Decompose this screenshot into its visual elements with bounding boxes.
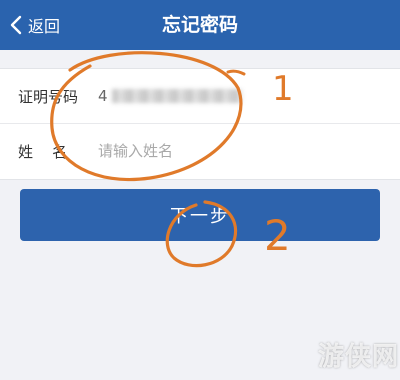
- id-number-label: 证明号码: [18, 87, 79, 106]
- name-input[interactable]: [98, 138, 378, 164]
- id-number-row: 证明号码 4: [0, 69, 400, 124]
- forgot-password-form: 证明号码 4 姓 名: [0, 68, 400, 180]
- id-number-prefix: 4: [98, 87, 108, 105]
- id-number-blurred-value: [111, 89, 242, 103]
- name-label: 姓 名: [18, 142, 68, 161]
- page-title: 忘记密码: [161, 14, 238, 36]
- watermark-logo: 游侠网: [318, 342, 400, 372]
- id-number-field[interactable]: 4: [98, 84, 242, 108]
- top-navigation-bar: 返回 忘记密码: [0, 0, 400, 50]
- name-row: 姓 名: [0, 124, 400, 178]
- next-step-button[interactable]: 下一步: [20, 189, 380, 241]
